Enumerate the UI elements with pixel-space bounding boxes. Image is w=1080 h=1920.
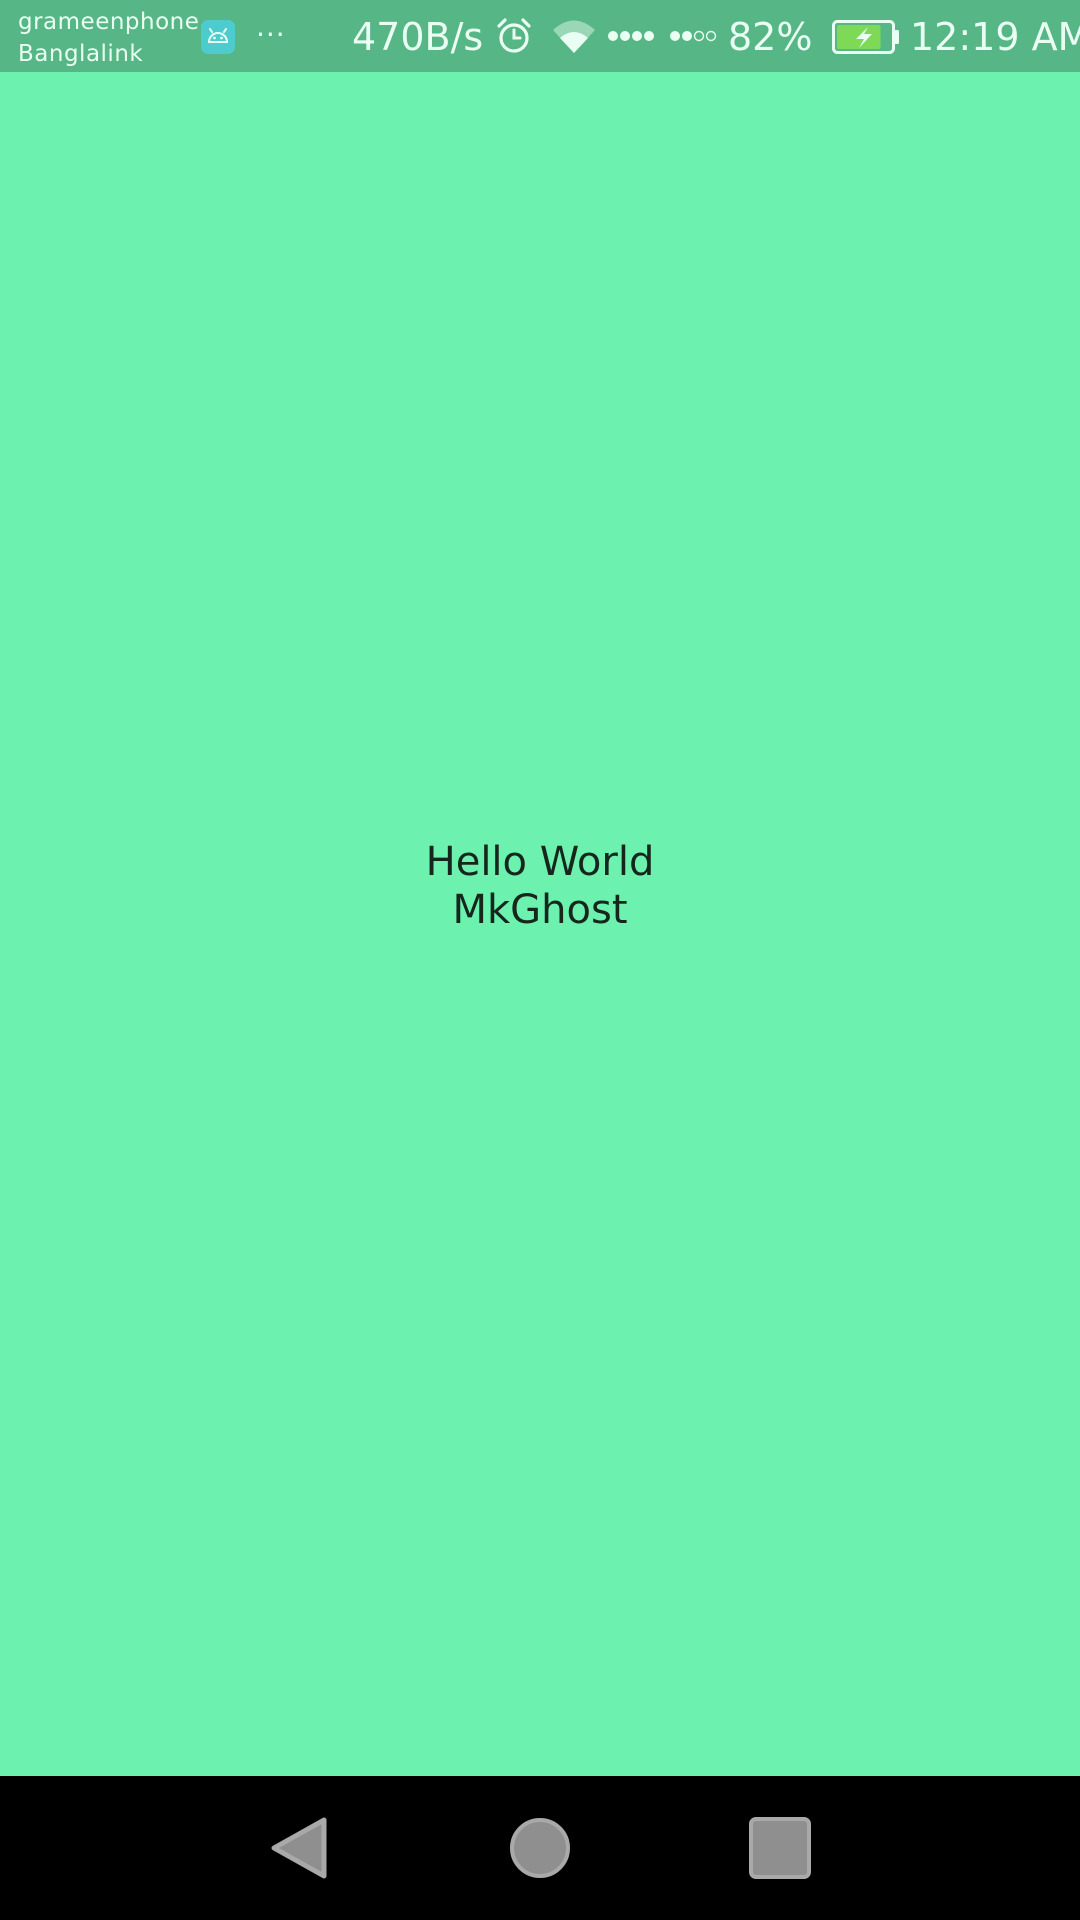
back-icon [271, 1817, 327, 1879]
carrier-names: grameenphone Banglalink [18, 6, 199, 70]
carrier-2: Banglalink [18, 41, 144, 67]
wifi-icon [551, 17, 597, 59]
battery-icon [832, 20, 900, 58]
more-icon: ··· [256, 18, 286, 51]
recents-icon [749, 1817, 811, 1879]
hello-line-1: Hello World [425, 839, 655, 885]
battery-percent: 82% [728, 15, 813, 59]
android-icon [201, 20, 235, 54]
home-button[interactable] [504, 1812, 576, 1884]
hello-line-2: MkGhost [452, 887, 628, 933]
carrier-1: grameenphone [18, 9, 200, 35]
navigation-bar [0, 1776, 1080, 1920]
signal-icon [607, 26, 723, 50]
hello-text: Hello World MkGhost [0, 838, 1080, 934]
alarm-icon [494, 16, 534, 60]
network-speed: 470B/s [352, 15, 484, 59]
back-button[interactable] [264, 1812, 336, 1884]
recents-button[interactable] [744, 1812, 816, 1884]
main-content: Hello World MkGhost [0, 72, 1080, 1776]
clock: 12:19 AM [910, 15, 1080, 59]
status-bar: grameenphone Banglalink ··· 470B/s 82% 1… [0, 0, 1080, 72]
home-icon [510, 1818, 570, 1878]
